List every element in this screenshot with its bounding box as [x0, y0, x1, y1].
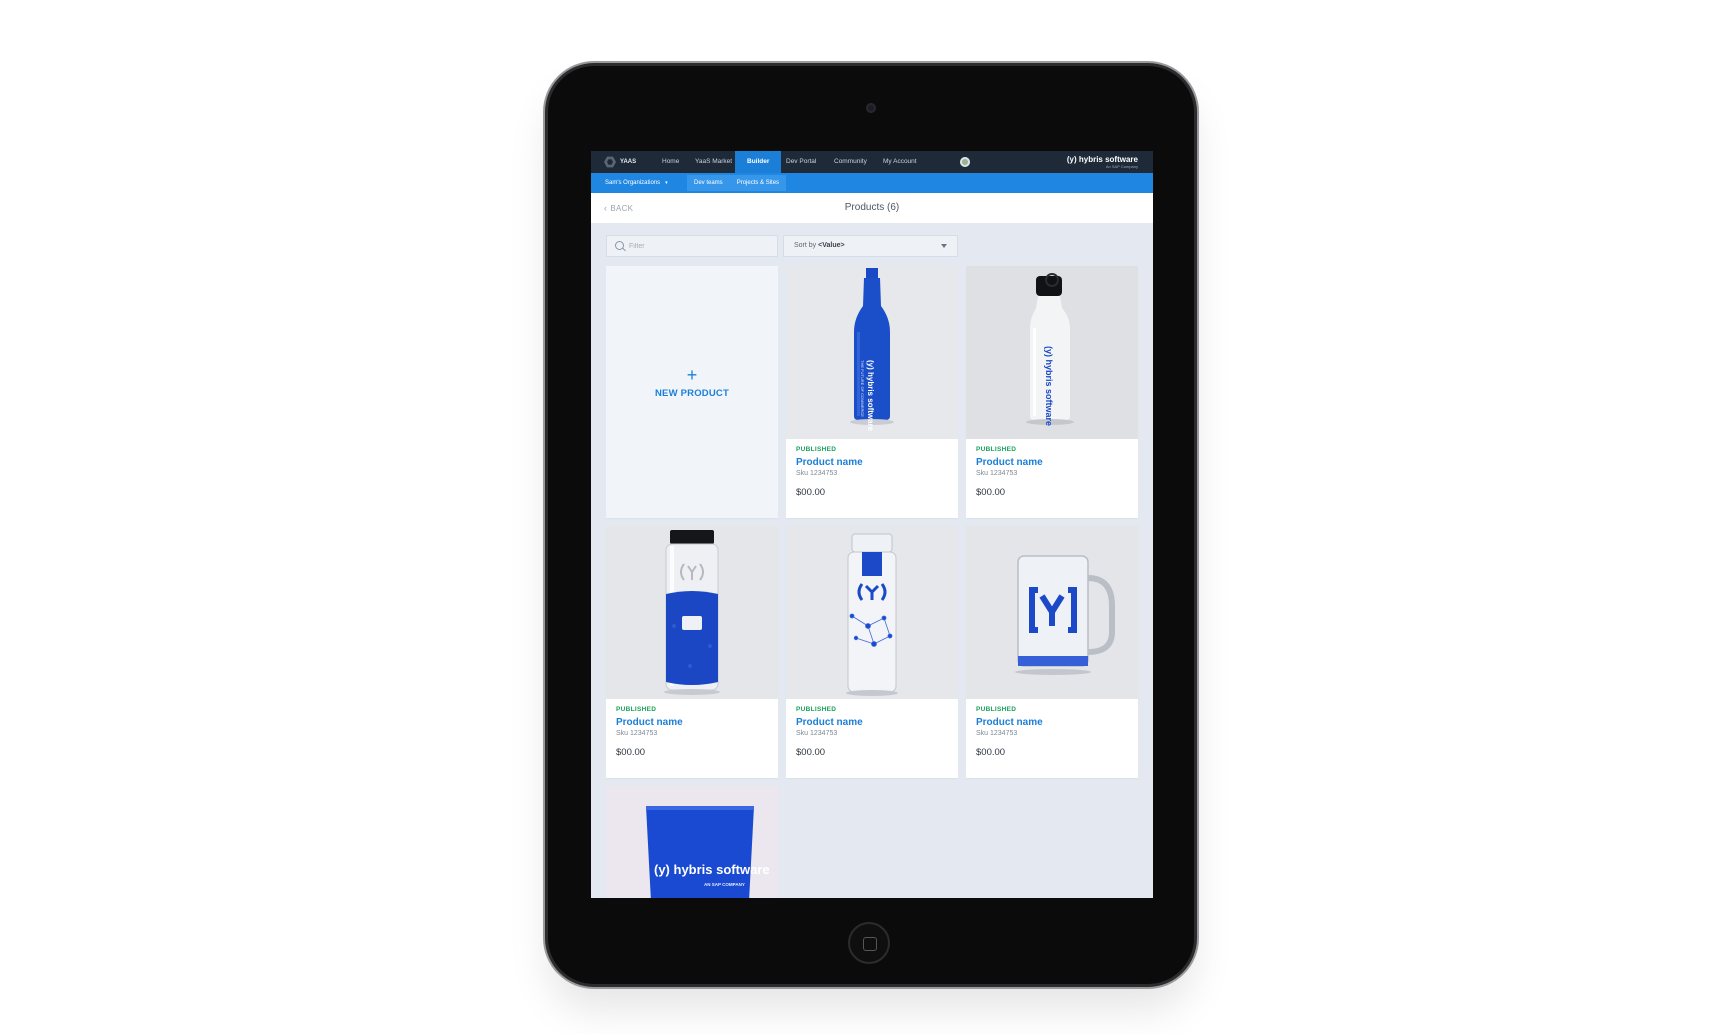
cup-subtext: AN SAP COMPANY	[704, 882, 745, 887]
product-sku: Sku 1234753	[976, 470, 1018, 477]
hybris-logo-subtext: An SAP Company	[1105, 164, 1138, 169]
product-card[interactable]: (y) hybris software THE FUTURE OF COMMER…	[786, 266, 958, 518]
sort-label: Sort by <Value>	[794, 236, 845, 256]
nav-item-community[interactable]: Community	[834, 151, 867, 173]
product-image	[606, 526, 778, 699]
product-name[interactable]: Product name	[796, 457, 950, 468]
new-product-label: NEW PRODUCT	[655, 388, 729, 399]
subnav-tabs: Dev teams Projects & Sites	[687, 175, 787, 191]
product-card[interactable]: PUBLISHED Product name Sku 1234753 $00.0…	[786, 526, 958, 778]
product-price: $00.00	[976, 487, 1006, 498]
product-sku: Sku 1234753	[616, 730, 658, 737]
page-header: ‹ BACK Products (6)	[591, 193, 1153, 223]
product-card[interactable]: PUBLISHED Product name Sku 1234753 $00.0…	[606, 526, 778, 778]
organization-selector[interactable]: Sam's Organizations ▾	[605, 173, 668, 193]
caret-down-icon	[941, 244, 947, 248]
product-image	[786, 526, 958, 699]
product-card[interactable]: PUBLISHED Product name Sku 1234753 $00.0…	[966, 526, 1138, 778]
product-price: $00.00	[976, 747, 1006, 758]
avatar[interactable]	[960, 157, 970, 167]
product-name[interactable]: Product name	[976, 457, 1130, 468]
nav-item-yaas-market[interactable]: YaaS Market	[695, 151, 732, 173]
product-name[interactable]: Product name	[796, 717, 950, 728]
organization-label: Sam's Organizations	[605, 180, 661, 186]
cup-brand-text: (y) hybris software	[654, 862, 770, 877]
status-badge: PUBLISHED	[796, 446, 837, 453]
product-card[interactable]: (y) hybris software PUBLISHED Product na…	[966, 266, 1138, 518]
hexagon-logo-icon	[604, 156, 616, 168]
home-button[interactable]	[848, 922, 890, 964]
status-badge: PUBLISHED	[796, 706, 837, 713]
sub-navigation: Sam's Organizations ▾ Dev teams Projects …	[591, 173, 1153, 193]
product-image: (y) hybris software THE FUTURE OF COMMER…	[786, 266, 958, 439]
sort-prefix: Sort by	[794, 242, 817, 249]
nav-item-builder[interactable]: Builder	[735, 151, 782, 173]
filter-input[interactable]	[629, 238, 769, 254]
bottle-brand-text: (y) hybris software	[866, 360, 875, 432]
tab-dev-teams[interactable]: Dev teams	[687, 175, 730, 191]
sort-dropdown[interactable]: Sort by <Value>	[783, 235, 958, 257]
top-navigation: YAAS Home YaaS Market Builder Dev Portal…	[591, 151, 1153, 173]
app-screen: YAAS Home YaaS Market Builder Dev Portal…	[591, 151, 1153, 898]
bottle-brand-text: (y) hybris software	[1044, 346, 1054, 426]
product-name[interactable]: Product name	[976, 717, 1130, 728]
product-sku: Sku 1234753	[796, 470, 838, 477]
sort-value: <Value>	[818, 242, 845, 249]
status-badge: PUBLISHED	[976, 446, 1017, 453]
camera-icon	[866, 103, 876, 113]
product-price: $00.00	[796, 487, 826, 498]
brand-name: YAAS	[620, 159, 637, 165]
hybris-logo-text: (y) hybris software	[1066, 155, 1138, 164]
new-product-card[interactable]: + NEW PRODUCT	[606, 266, 778, 518]
plus-icon: +	[686, 365, 698, 385]
tab-projects-sites[interactable]: Projects & Sites	[730, 175, 786, 191]
product-sku: Sku 1234753	[796, 730, 838, 737]
nav-item-home[interactable]: Home	[662, 151, 679, 173]
product-card[interactable]: (y) hybris software AN SAP COMPANY	[606, 786, 778, 898]
nav-item-my-account[interactable]: My Account	[883, 151, 917, 173]
brand[interactable]: YAAS	[604, 156, 636, 168]
status-badge: PUBLISHED	[616, 706, 657, 713]
nav-item-dev-portal[interactable]: Dev Portal	[786, 151, 816, 173]
bottle-tagline-text: THE FUTURE OF COMMERCE	[860, 360, 865, 417]
product-name[interactable]: Product name	[616, 717, 770, 728]
product-price: $00.00	[796, 747, 826, 758]
product-image: (y) hybris software AN SAP COMPANY	[606, 786, 778, 898]
status-badge: PUBLISHED	[976, 706, 1017, 713]
search-icon	[615, 241, 624, 250]
product-image	[966, 526, 1138, 699]
page-title: Products (6)	[844, 202, 900, 213]
hybris-logo: (y) hybris software An SAP Company	[1067, 155, 1138, 169]
product-price: $00.00	[616, 747, 646, 758]
chevron-down-icon: ▾	[665, 180, 668, 186]
product-grid: + NEW PRODUCT (y) hybris software THE FU…	[606, 266, 1142, 898]
product-sku: Sku 1234753	[976, 730, 1018, 737]
filter-field[interactable]	[606, 235, 778, 257]
product-image: (y) hybris software	[966, 266, 1138, 439]
